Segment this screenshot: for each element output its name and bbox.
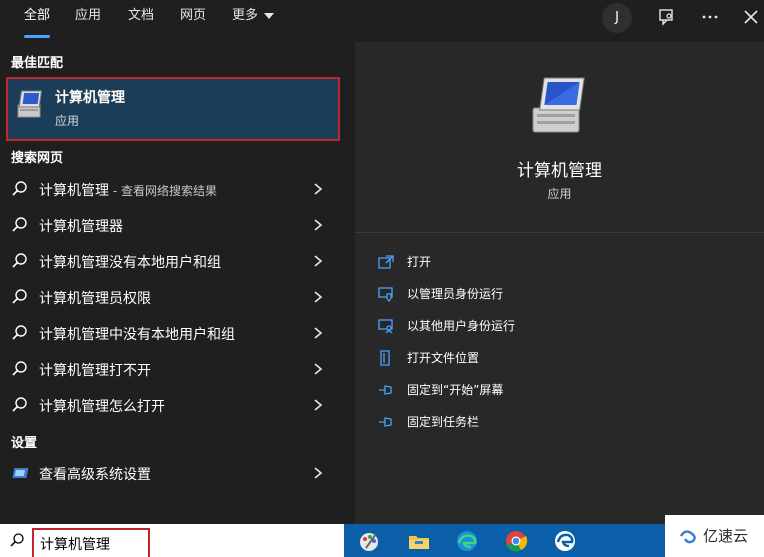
search-icon [12,397,27,412]
chrome-icon[interactable] [503,528,529,554]
tab-all[interactable]: 全部 [24,0,50,36]
action-run-as-other-user[interactable]: 以其他用户身份运行 [377,312,757,340]
action-open[interactable]: 打开 [377,248,757,276]
web-result-suffix: - 查看网络搜索结果 [109,184,217,198]
best-match-heading: 最佳匹配 [11,56,64,71]
action-label: 固定到“开始”屏幕 [407,383,504,397]
tab-more-label: 更多 [232,8,259,23]
watermark: 亿速云 [665,515,764,557]
close-icon[interactable] [738,4,764,30]
chevron-right-icon [314,467,323,479]
tab-documents[interactable]: 文档 [128,0,154,36]
ellipsis-icon[interactable] [697,4,723,30]
web-result-label: 计算机管理中没有本地用户和组 [39,327,235,343]
search-icon [12,217,27,232]
file-explorer-icon[interactable] [406,528,432,554]
settings-result-label: 查看高级系统设置 [39,467,151,483]
search-icon [10,533,24,547]
watermark-text: 亿速云 [703,527,749,545]
taskbar-search-box[interactable] [0,524,344,557]
settings-result-item[interactable]: 查看高级系统设置 [0,455,344,491]
tab-more[interactable]: 更多 [232,0,275,36]
divider [355,232,764,233]
web-result-item[interactable]: 计算机管理没有本地用户和组 [0,243,344,279]
best-match-title: 计算机管理 [55,90,125,106]
chevron-down-icon [264,12,275,19]
chevron-right-icon [314,363,323,375]
action-label: 以其他用户身份运行 [407,319,516,333]
action-run-as-admin[interactable]: 以管理员身份运行 [377,280,757,308]
pin-icon [379,385,392,395]
avatar[interactable]: J [602,3,632,33]
detail-panel: 计算机管理 应用 打开 以管理员身份运行 以其他用户身份运行 打开文件位置 固定… [355,42,764,524]
shield-icon [378,287,393,302]
folder-icon [380,350,390,366]
action-label: 打开 [407,255,432,269]
web-result-item[interactable]: 计算机管理打不开 [0,351,344,387]
search-input[interactable] [32,528,150,557]
search-icon [12,181,27,196]
web-search-heading: 搜索网页 [11,151,64,166]
chevron-right-icon [314,327,323,339]
paint-icon[interactable] [356,528,382,554]
tab-web[interactable]: 网页 [180,0,206,36]
computer-management-icon [17,90,43,118]
feedback-icon[interactable] [654,4,680,30]
results-panel: 最佳匹配 计算机管理 应用 搜索网页 计算机管理 - 查看网络搜索结果 计算机管… [0,42,344,524]
open-icon [378,255,394,269]
search-icon [12,253,27,268]
app-title: 计算机管理 [517,161,602,181]
web-result-item[interactable]: 计算机管理器 [0,207,344,243]
best-match-item[interactable]: 计算机管理 应用 [6,77,340,141]
settings-heading: 设置 [11,436,38,451]
action-label: 固定到任务栏 [407,415,480,429]
yisu-logo-icon [679,530,696,544]
search-icon [12,325,27,340]
action-label: 打开文件位置 [407,351,480,365]
web-result-label: 计算机管理没有本地用户和组 [39,255,221,271]
action-pin-to-taskbar[interactable]: 固定到任务栏 [377,408,757,436]
chevron-right-icon [314,399,323,411]
web-result-label: 计算机管理 - 查看网络搜索结果 [39,180,217,200]
edge-dev-icon[interactable] [552,528,578,554]
web-result-text: 计算机管理 [39,183,109,199]
action-open-file-location[interactable]: 打开文件位置 [377,344,757,372]
web-result-item[interactable]: 计算机管理员权限 [0,279,344,315]
edge-icon[interactable] [454,528,480,554]
chevron-right-icon [314,183,323,195]
app-type: 应用 [547,187,572,201]
search-icon [12,289,27,304]
web-result-item[interactable]: 计算机管理中没有本地用户和组 [0,315,344,351]
pin-icon [379,417,392,427]
system-settings-icon [12,468,29,478]
web-result-item[interactable]: 计算机管理怎么打开 [0,387,344,423]
search-filter-bar: 全部 应用 文档 网页 更多 J [0,0,764,42]
computer-management-icon [532,77,585,133]
chevron-right-icon [314,255,323,267]
action-label: 以管理员身份运行 [407,287,504,301]
search-icon [12,361,27,376]
web-result-label: 计算机管理怎么打开 [39,399,165,415]
web-result-label: 计算机管理器 [39,219,123,235]
user-icon [378,319,393,334]
action-pin-to-start[interactable]: 固定到“开始”屏幕 [377,376,757,404]
tab-apps[interactable]: 应用 [75,0,101,36]
web-result-label: 计算机管理打不开 [39,363,151,379]
web-result-item[interactable]: 计算机管理 - 查看网络搜索结果 [0,171,344,207]
chevron-right-icon [314,291,323,303]
chevron-right-icon [314,219,323,231]
web-result-label: 计算机管理员权限 [39,291,151,307]
best-match-subtitle: 应用 [55,114,80,128]
